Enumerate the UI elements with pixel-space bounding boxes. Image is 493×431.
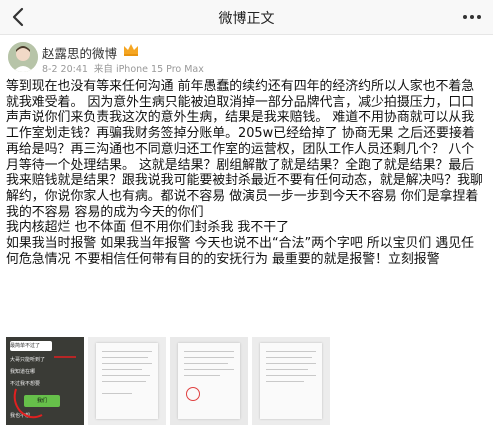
post-paragraph: 我内核超烂 也不体面 但不用你们封杀我 我不干了 [6,220,289,236]
post-body: 等到现在也没有等来任何沟通 前年愚蠢的续约还有四年的经济约所以人家也不着急 就我… [6,79,486,267]
more-options-icon[interactable] [459,4,485,30]
vip-crown-icon [124,44,138,56]
post-image-document[interactable] [252,337,330,425]
post-source: 来自 iPhone 15 Pro Max [93,64,204,75]
post-image-document[interactable] [170,337,248,425]
post-paragraph: 等到现在也没有等来任何沟通 前年愚蠢的续约还有四年的经济约所以人家也不着急 就我… [6,79,483,220]
post-image-chat-screenshot[interactable]: 最简单不过了 大哥只能听到了 我知道在哪 不过我不想要 我们 我也不想 [6,337,84,425]
post-meta: 8-2 20:41 来自 iPhone 15 Pro Max [42,61,204,75]
post-time: 8-2 20:41 [42,64,88,75]
author-name[interactable]: 赵露思的微博 [42,43,117,62]
red-annotation-mark [13,356,76,419]
post-paragraph: 如果我当时报警 如果我当年报警 今天也说不出“合法”两个字吧 所以宝贝们 遇见任… [6,236,475,267]
image-grid: 最简单不过了 大哥只能听到了 我知道在哪 不过我不想要 我们 我也不想 [6,337,486,425]
top-bar: 微博正文 [0,0,493,35]
post-image-document[interactable] [88,337,166,425]
avatar[interactable] [8,42,38,72]
page-title: 微博正文 [218,11,275,27]
